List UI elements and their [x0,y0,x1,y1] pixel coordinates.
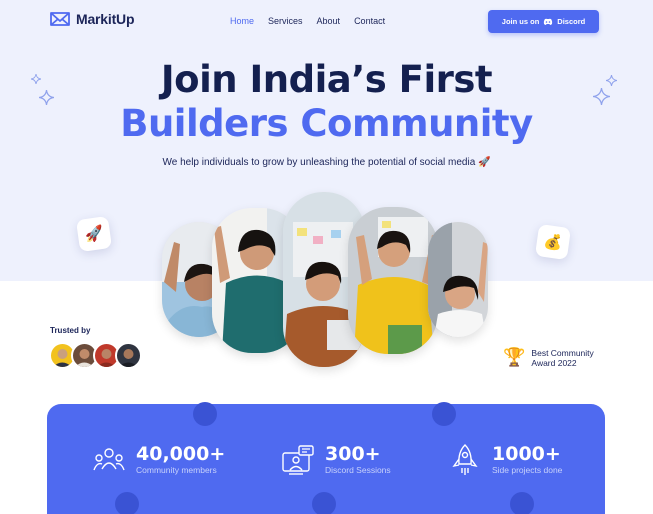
award-line1: Best Community [531,347,594,358]
nav-home[interactable]: Home [230,16,254,26]
logo[interactable]: MarkitUp [50,11,134,27]
discord-icon [544,18,553,25]
trusted-by-label: Trusted by [50,326,91,335]
rocket-icon: 🚀 [83,224,105,245]
money-bag-card: 💰 [534,223,572,261]
band-notch [193,402,217,426]
money-bag-icon: 💰 [542,232,564,253]
join-discord-button[interactable]: Join us on Discord [488,10,599,33]
award-badge: 🏆 Best Community Award 2022 [503,347,594,368]
avatar [115,342,142,369]
trusted-avatars [49,342,142,369]
award-line2: Award 2022 [531,357,577,368]
photo-person-5 [428,222,488,337]
landing-page: MarkitUp Home Services About Contact Joi… [0,0,653,514]
stat-value: 40,000+ [136,443,226,465]
stat-value: 1000+ [492,443,561,465]
community-icon [93,448,125,471]
hero-subtitle: We help individuals to grow by unleashin… [162,157,491,168]
nav-contact[interactable]: Contact [354,16,385,26]
stat-label: Discord Sessions [325,465,391,475]
stat-members: 40,000+ Community members [92,443,225,477]
join-label: Join us on [501,17,540,26]
nav-services[interactable]: Services [268,16,303,26]
rocket-card: 🚀 [75,215,113,253]
band-notch [115,492,139,514]
main-nav: Home Services About Contact [230,16,399,26]
discord-label: Discord [557,17,586,26]
band-notch [432,402,456,426]
rocket-icon [452,444,478,475]
stat-label: Side projects done [492,465,563,475]
stat-sessions: 300+ Discord Sessions [281,443,391,477]
band-notch [312,492,336,514]
stat-value: 300+ [325,443,381,465]
photo-person-4 [348,207,438,354]
hero-title-line1: Join India’s First [160,58,493,101]
stat-projects: 1000+ Side projects done [448,443,562,477]
stat-label: Community members [136,465,217,475]
band-notch [510,492,534,514]
video-session-icon [282,445,314,475]
brand-name: MarkitUp [76,11,135,27]
trophy-icon: 🏆 [503,347,526,367]
hero-title-line2: Builders Community [120,102,533,145]
nav-about[interactable]: About [317,16,341,26]
envelope-logo-icon [50,12,70,26]
